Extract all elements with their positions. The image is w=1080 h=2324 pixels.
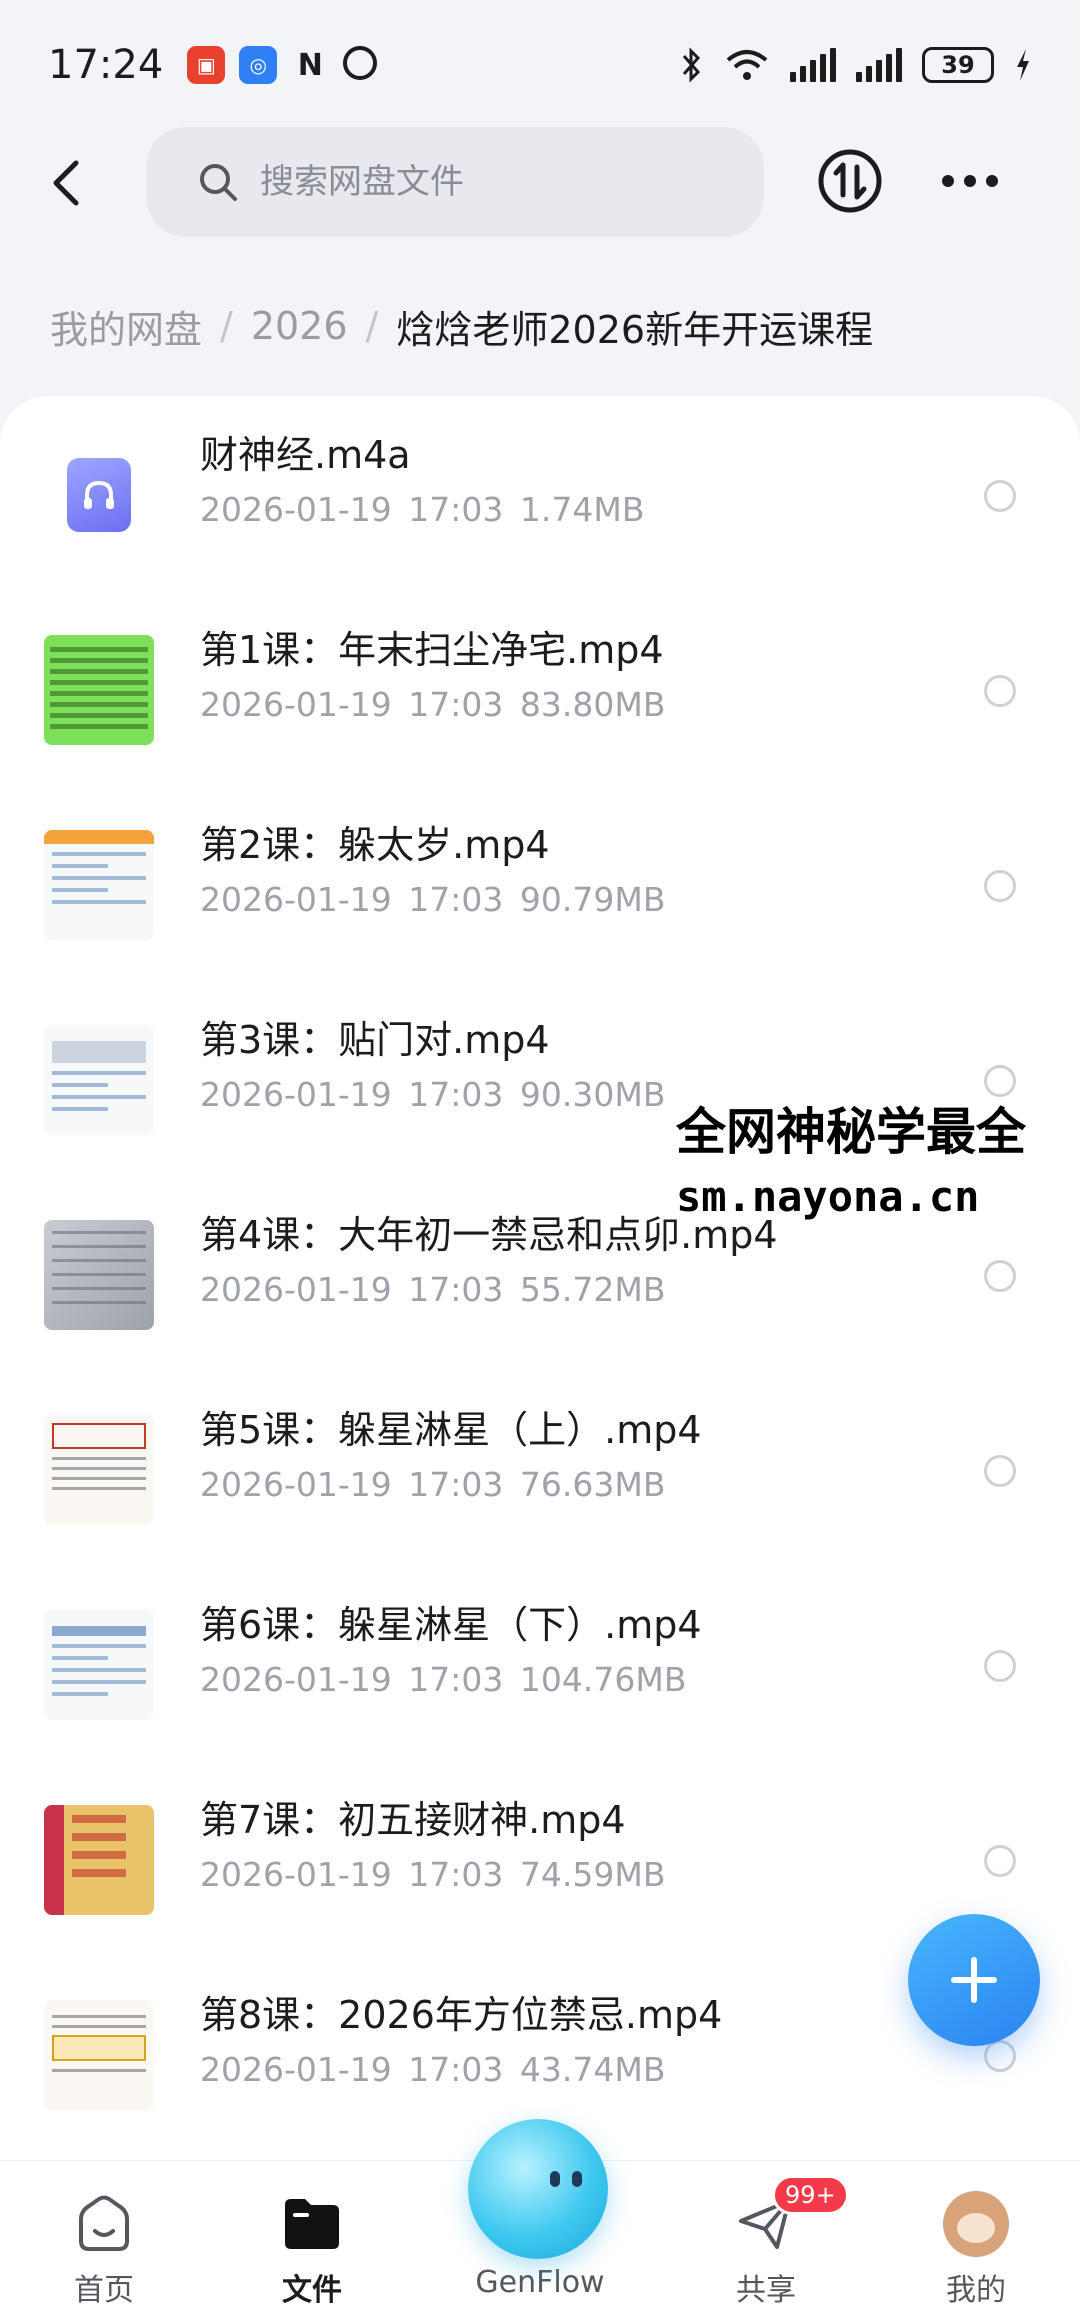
folder-icon (285, 2199, 339, 2249)
chart-thumbnail (44, 2000, 154, 2110)
cell-signal-1-icon (790, 48, 836, 82)
file-name: 第2课：躲太岁.mp4 (200, 823, 550, 867)
charging-icon (1017, 49, 1029, 81)
breadcrumb-separator: / (365, 304, 379, 348)
home-icon (79, 2195, 129, 2251)
breadcrumb-separator: / (220, 304, 233, 348)
file-meta: 2026-01-19 17:03 104.76MB (200, 1660, 687, 1699)
add-button[interactable] (908, 1914, 1040, 2046)
paper-thumbnail (44, 1220, 154, 1330)
watermark-url: sm.nayona.cn (676, 1172, 980, 1221)
watermark-title: 全网神秘学最全 (676, 1103, 1026, 1161)
calligraphy-thumbnail (44, 1415, 154, 1525)
nav-share-label: 共享 (736, 2273, 796, 2308)
search-input[interactable] (260, 162, 680, 202)
nav-genflow-label: GenFlow (475, 2265, 605, 2300)
bluetooth-icon (682, 47, 701, 83)
file-row[interactable]: 第2课：躲太岁.mp4 2026-01-19 17:03 90.79MB (0, 786, 1080, 981)
file-name: 第1课：年末扫尘净宅.mp4 (200, 628, 664, 672)
file-row[interactable]: 第6课：躲星淋星（下）.mp4 2026-01-19 17:03 104.76M… (0, 1566, 1080, 1761)
status-time: 17:24 (48, 42, 164, 88)
file-name: 第5课：躲星淋星（上）.mp4 (200, 1408, 702, 1452)
shopping-app-icon: ▣ (187, 46, 226, 84)
file-name: 第6课：躲星淋星（下）.mp4 (200, 1603, 702, 1647)
battery-icon: 39 (922, 47, 994, 83)
select-radio[interactable] (984, 2040, 1016, 2072)
file-row[interactable]: 第1课：年末扫尘净宅.mp4 2026-01-19 17:03 83.80MB (0, 591, 1080, 786)
audio-icon (44, 440, 154, 550)
watermark: 全网神秘学最全 sm.nayona.cn (676, 1092, 1026, 1221)
nav-home[interactable]: 首页 (24, 2191, 184, 2321)
select-radio[interactable] (984, 1455, 1016, 1487)
nav-me-label: 我的 (946, 2273, 1006, 2308)
top-bar (0, 125, 1080, 241)
file-row[interactable]: 第7课：初五接财神.mp4 2026-01-19 17:03 74.59MB (0, 1761, 1080, 1956)
file-row[interactable]: 财神经.m4a 2026-01-19 17:03 1.74MB (0, 396, 1080, 591)
more-options-icon[interactable] (942, 161, 1002, 201)
talisman-thumbnail (44, 1805, 154, 1915)
select-radio[interactable] (984, 870, 1016, 902)
file-meta: 2026-01-19 17:03 90.30MB (200, 1075, 666, 1114)
file-meta: 2026-01-19 17:03 83.80MB (200, 685, 666, 724)
nav-genflow[interactable]: GenFlow (460, 2119, 620, 2321)
file-list: 财神经.m4a 2026-01-19 17:03 1.74MB 第1课：年末扫尘… (0, 396, 1080, 2176)
search-bar[interactable] (146, 127, 764, 237)
system-status: 39 (680, 46, 1032, 84)
select-radio[interactable] (984, 675, 1016, 707)
status-bar: 17:24 ▣ ◎ N 39 (0, 0, 1080, 130)
share-badge: 99+ (772, 2175, 849, 2215)
file-meta: 2026-01-19 17:03 43.74MB (200, 2050, 666, 2089)
select-radio[interactable] (984, 1845, 1016, 1877)
nav-share[interactable]: 99+ 共享 (686, 2175, 849, 2321)
breadcrumb-root[interactable]: 我的网盘 (50, 299, 202, 354)
notification-icons: ▣ ◎ N (187, 46, 378, 84)
calendar-app-icon: ◎ (239, 46, 278, 84)
table-thumbnail (44, 1610, 154, 1720)
document-thumbnail (44, 1025, 154, 1135)
breadcrumb-year[interactable]: 2026 (251, 304, 348, 348)
transfer-icon[interactable] (816, 147, 884, 215)
genflow-orb-icon (468, 2119, 608, 2259)
breadcrumb-current: 焓焓老师2026新年开运课程 (396, 307, 874, 352)
select-radio[interactable] (984, 1650, 1016, 1682)
back-arrow-icon[interactable] (40, 153, 100, 213)
file-meta: 2026-01-19 17:03 74.59MB (200, 1855, 666, 1894)
file-meta: 2026-01-19 17:03 1.74MB (200, 490, 645, 529)
file-name: 第7课：初五接财神.mp4 (200, 1798, 626, 1842)
select-radio[interactable] (984, 480, 1016, 512)
file-meta: 2026-01-19 17:03 76.63MB (200, 1465, 666, 1504)
document-thumbnail (44, 830, 154, 940)
avatar (943, 2191, 1009, 2257)
breadcrumb: 我的网盘 / 2026 / 焓焓老师2026新年开运课程 (50, 296, 873, 356)
wifi-icon (726, 50, 768, 80)
file-name: 第8课：2026年方位禁忌.mp4 (200, 1993, 723, 2037)
file-meta: 2026-01-19 17:03 90.79MB (200, 880, 666, 919)
cell-signal-2-icon (856, 48, 902, 82)
nav-home-label: 首页 (74, 2273, 134, 2308)
nav-files[interactable]: 文件 (232, 2191, 392, 2321)
plus-icon (951, 1957, 997, 2003)
bottom-nav: 首页 文件 GenFlow 99+ 共享 我的 (0, 2119, 1080, 2324)
nav-me[interactable]: 我的 (896, 2191, 1056, 2321)
nfc-icon: N (297, 47, 323, 83)
select-radio[interactable] (984, 1260, 1016, 1292)
file-name: 财神经.m4a (200, 433, 411, 477)
alarm-icon (343, 46, 378, 80)
green-note-thumbnail (44, 635, 154, 745)
search-icon (200, 164, 237, 201)
file-meta: 2026-01-19 17:03 55.72MB (200, 1270, 666, 1309)
file-name: 第3课：贴门对.mp4 (200, 1018, 550, 1062)
nav-files-label: 文件 (282, 2273, 342, 2308)
file-row[interactable]: 第5课：躲星淋星（上）.mp4 2026-01-19 17:03 76.63MB (0, 1371, 1080, 1566)
